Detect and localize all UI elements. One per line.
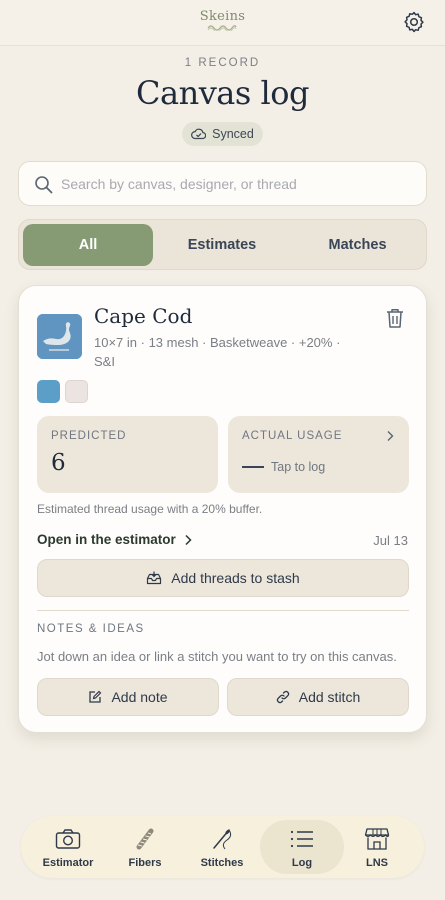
tab-stitches[interactable]: Stitches <box>183 820 261 874</box>
logo-swirl-icon <box>207 25 237 31</box>
skein-icon <box>136 828 154 850</box>
filter-all-tab[interactable]: All <box>23 224 153 266</box>
sync-status-label: Synced <box>212 127 254 141</box>
tab-log[interactable]: Log <box>260 820 344 874</box>
record-date: Jul 13 <box>373 533 408 548</box>
stash-tray-icon <box>147 571 162 585</box>
top-bar: Skeins <box>0 0 445 46</box>
actual-usage-label: ACTUAL USAGE <box>242 430 343 442</box>
cape-cod-map-image <box>37 314 82 359</box>
canvas-thumbnail <box>37 314 82 359</box>
settings-gear-icon[interactable] <box>402 10 426 34</box>
bottom-tab-bar: Estimator Fibers Stitches Log LNS <box>21 816 424 878</box>
tab-label: LNS <box>366 857 388 869</box>
camera-icon <box>55 829 81 849</box>
tab-lns[interactable]: LNS <box>338 820 416 874</box>
sync-status-badge: Synced <box>182 122 263 146</box>
filter-segmented-control: All Estimates Matches <box>18 219 427 270</box>
add-stitch-button[interactable]: Add stitch <box>227 678 409 716</box>
tab-label: Fibers <box>128 857 162 869</box>
chevron-right-icon <box>387 431 394 441</box>
open-estimator-link[interactable]: Open in the estimator <box>37 532 192 547</box>
chevron-right-icon <box>185 534 192 545</box>
notes-hint: Jot down an idea or link a stitch you wa… <box>37 649 397 664</box>
needle-icon <box>213 829 232 850</box>
record-title: Cape Cod <box>94 304 193 328</box>
cloud-check-icon <box>191 128 207 140</box>
buffer-note: Estimated thread usage with a 20% buffer… <box>37 502 263 516</box>
tap-to-log-hint: Tap to log <box>271 460 326 474</box>
add-threads-label: Add threads to stash <box>171 570 300 586</box>
tab-estimator[interactable]: Estimator <box>29 820 107 874</box>
predicted-tile: PREDICTED 6 <box>37 416 218 493</box>
actual-usage-tile[interactable]: ACTUAL USAGE Tap to log <box>228 416 409 493</box>
search-icon <box>35 176 53 194</box>
record-meta: 10×7 in · 13 mesh · Basketweave · +20% ·… <box>94 335 341 369</box>
tab-label: Log <box>291 857 313 869</box>
add-threads-to-stash-button[interactable]: Add threads to stash <box>37 559 409 597</box>
open-estimator-label: Open in the estimator <box>37 532 176 547</box>
record-card[interactable]: Cape Cod 10×7 in · 13 mesh · Basketweave… <box>18 285 427 733</box>
page-title: Canvas log <box>136 74 309 112</box>
predicted-label: PREDICTED <box>51 430 127 442</box>
search-input[interactable] <box>61 162 411 205</box>
add-note-label: Add note <box>111 689 168 705</box>
edit-note-icon <box>89 690 102 703</box>
filter-matches-tab[interactable]: Matches <box>291 224 424 266</box>
list-icon <box>290 830 313 848</box>
storefront-icon <box>364 828 390 850</box>
predicted-value: 6 <box>51 450 66 476</box>
empty-value-dash <box>242 466 264 468</box>
tab-fibers[interactable]: Fibers <box>106 820 184 874</box>
tab-label: Estimator <box>42 857 94 869</box>
app-logo: Skeins <box>199 9 246 24</box>
section-divider <box>37 610 409 611</box>
tab-label: Stitches <box>200 857 244 869</box>
record-count: 1 RECORD <box>184 57 261 69</box>
notes-heading: NOTES & IDEAS <box>37 623 145 635</box>
add-stitch-label: Add stitch <box>298 689 361 705</box>
thread-swatch <box>37 380 60 403</box>
add-note-button[interactable]: Add note <box>37 678 219 716</box>
link-icon <box>276 690 289 704</box>
search-bar <box>18 161 427 206</box>
trash-icon[interactable] <box>385 307 405 329</box>
thread-swatch <box>65 380 88 403</box>
filter-estimates-tab[interactable]: Estimates <box>157 224 287 266</box>
